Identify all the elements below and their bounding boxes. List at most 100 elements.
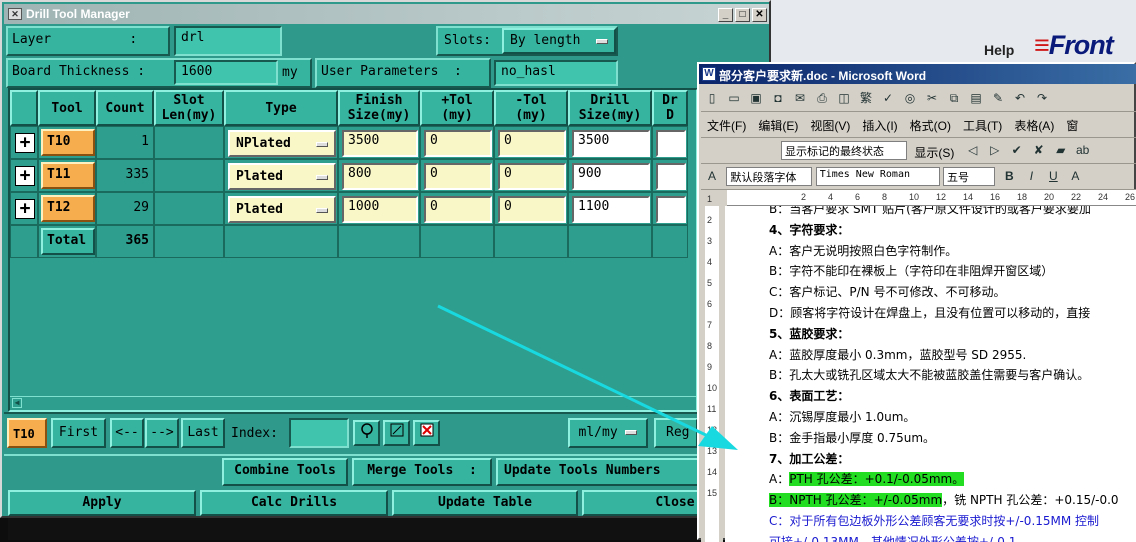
word-document-icon[interactable]: W bbox=[702, 67, 716, 81]
finish-size-field[interactable]: 3500 bbox=[342, 130, 418, 157]
header-9[interactable]: Dr D bbox=[652, 90, 688, 126]
tool-name[interactable]: T10 bbox=[41, 129, 95, 156]
header-5[interactable]: Finish Size(my) bbox=[338, 90, 420, 126]
spelling-icon[interactable]: ✓ bbox=[879, 89, 897, 107]
permission-icon[interactable]: ◘ bbox=[769, 89, 787, 107]
save-icon[interactable]: ▣ bbox=[747, 89, 765, 107]
research-icon[interactable]: ◎ bbox=[901, 89, 919, 107]
drill-size-field[interactable]: 3500 bbox=[572, 130, 650, 157]
minus-tolerance-field[interactable]: 0 bbox=[498, 130, 566, 157]
format-painter-icon[interactable]: ✎ bbox=[989, 89, 1007, 107]
maximize-button[interactable]: □ bbox=[735, 8, 750, 22]
drill-d-field[interactable] bbox=[656, 196, 686, 223]
header-8[interactable]: Drill Size(my) bbox=[568, 90, 652, 126]
menu-window[interactable]: 窗 bbox=[1066, 117, 1078, 134]
plus-tolerance-field[interactable]: 0 bbox=[424, 130, 492, 157]
drill-size-field[interactable]: 1100 bbox=[572, 196, 650, 223]
board-thickness-field[interactable]: 1600 bbox=[174, 60, 278, 85]
show-menu[interactable]: 显示(S) bbox=[914, 144, 954, 161]
close-window-button[interactable]: ✕ bbox=[752, 8, 767, 22]
redo-icon[interactable]: ↷ bbox=[1033, 89, 1051, 107]
previous-change-icon[interactable]: ◁ bbox=[964, 141, 982, 159]
vertical-ruler[interactable]: 1 2 3 4 5 6 7 8 9 10 11 12 13 14 15 bbox=[701, 194, 723, 542]
tool-name[interactable]: T11 bbox=[41, 162, 95, 189]
first-button[interactable]: First bbox=[51, 418, 106, 448]
menu-view[interactable]: 视图(V) bbox=[810, 117, 850, 134]
menu-file[interactable]: 文件(F) bbox=[707, 117, 746, 134]
slots-dropdown[interactable]: By length bbox=[502, 28, 616, 54]
header-2[interactable]: Count bbox=[96, 90, 154, 126]
new-comment-icon[interactable]: ▰ bbox=[1052, 141, 1070, 159]
index-field[interactable] bbox=[289, 418, 349, 448]
expand-row-button[interactable]: + bbox=[15, 199, 35, 219]
menu-edit[interactable]: 编辑(E) bbox=[758, 117, 798, 134]
tool-type-dropdown[interactable]: NPlated bbox=[228, 130, 336, 157]
calc-drills-button[interactable]: Calc Drills bbox=[200, 490, 388, 516]
tool-type-dropdown[interactable]: Plated bbox=[228, 196, 336, 223]
help-menu[interactable]: Help bbox=[984, 42, 1014, 58]
paste-icon[interactable]: ▤ bbox=[967, 89, 985, 107]
accept-change-icon[interactable]: ✔ bbox=[1008, 141, 1026, 159]
units-dropdown[interactable]: ml/my bbox=[568, 418, 648, 448]
last-button[interactable]: Last bbox=[181, 418, 225, 448]
tool-type-dropdown[interactable]: Plated bbox=[228, 163, 336, 190]
underline-icon[interactable]: U bbox=[1044, 167, 1062, 185]
style-combo[interactable]: 默认段落字体 bbox=[726, 167, 813, 186]
horizontal-scrollbar[interactable]: ◀ bbox=[10, 396, 696, 410]
reg-button[interactable]: Reg bbox=[654, 418, 698, 448]
undo-icon[interactable]: ↶ bbox=[1011, 89, 1029, 107]
expand-row-button[interactable]: + bbox=[15, 166, 35, 186]
apply-button[interactable]: Apply bbox=[8, 490, 196, 516]
new-document-icon[interactable]: ▯ bbox=[703, 89, 721, 107]
user-parameters-field[interactable]: no_hasl bbox=[494, 60, 618, 86]
next-change-icon[interactable]: ▷ bbox=[986, 141, 1004, 159]
reject-change-icon[interactable]: ✘ bbox=[1030, 141, 1048, 159]
combine-tools-button[interactable]: Combine Tools bbox=[222, 458, 348, 486]
print-preview-icon[interactable]: ◫ bbox=[835, 89, 853, 107]
font-combo[interactable]: Times New Roman bbox=[815, 167, 940, 186]
previous-button[interactable]: <-- bbox=[110, 418, 144, 448]
document-page[interactable]: B：当客户要求 SMT 贴片(客户原文件设计的或客户要求要加 4、字符要求： A：客… bbox=[725, 206, 1136, 542]
plus-tolerance-field[interactable]: 0 bbox=[424, 196, 492, 223]
italic-icon[interactable]: I bbox=[1022, 167, 1040, 185]
open-folder-icon[interactable]: ▭ bbox=[725, 89, 743, 107]
print-icon[interactable]: ⎙ bbox=[813, 89, 831, 107]
drill-d-field[interactable] bbox=[656, 163, 686, 190]
copy-icon[interactable]: ⧉ bbox=[945, 89, 963, 107]
font-color-icon[interactable]: A bbox=[1066, 167, 1084, 185]
cut-icon[interactable]: ✂ bbox=[923, 89, 941, 107]
update-tools-numbers-button[interactable]: Update Tools Numbers bbox=[496, 458, 706, 486]
menu-tools[interactable]: 工具(T) bbox=[963, 117, 1002, 134]
menu-insert[interactable]: 插入(I) bbox=[862, 117, 897, 134]
header-3[interactable]: Slot Len(my) bbox=[154, 90, 224, 126]
plus-tolerance-field[interactable]: 0 bbox=[424, 163, 492, 190]
horizontal-ruler[interactable]: 246810121416182022242628 bbox=[727, 190, 1136, 206]
minimize-button[interactable]: _ bbox=[718, 8, 733, 22]
finish-size-field[interactable]: 1000 bbox=[342, 196, 418, 223]
scroll-left-icon[interactable]: ◀ bbox=[12, 398, 22, 408]
index-search-button[interactable] bbox=[353, 420, 380, 446]
tool-name[interactable]: T12 bbox=[41, 195, 95, 222]
minus-tolerance-field[interactable]: 0 bbox=[498, 163, 566, 190]
menu-format[interactable]: 格式(O) bbox=[910, 117, 951, 134]
header-4[interactable]: Type bbox=[224, 90, 338, 126]
index-delete-button[interactable] bbox=[413, 420, 440, 446]
header-1[interactable]: Tool bbox=[38, 90, 96, 126]
window-menu-icon[interactable]: ✕ bbox=[8, 8, 22, 20]
merge-tools-button[interactable]: Merge Tools : bbox=[352, 458, 492, 486]
drill-manager-titlebar[interactable]: ✕ Drill Tool Manager _ □ ✕ bbox=[4, 4, 769, 24]
expand-row-button[interactable]: + bbox=[15, 133, 35, 153]
finish-size-field[interactable]: 800 bbox=[342, 163, 418, 190]
simplified-traditional-icon[interactable]: 繁 bbox=[857, 89, 875, 107]
menu-table[interactable]: 表格(A) bbox=[1014, 117, 1054, 134]
index-edit-button[interactable] bbox=[383, 420, 410, 446]
minus-tolerance-field[interactable]: 0 bbox=[498, 196, 566, 223]
header-6[interactable]: +Tol (my) bbox=[420, 90, 494, 126]
drill-size-field[interactable]: 900 bbox=[572, 163, 650, 190]
email-icon[interactable]: ✉ bbox=[791, 89, 809, 107]
layer-field[interactable]: drl bbox=[174, 26, 282, 56]
header-7[interactable]: -Tol (my) bbox=[494, 90, 568, 126]
word-titlebar[interactable]: W 部分客户要求新.doc - Microsoft Word bbox=[699, 64, 1136, 84]
next-button[interactable]: --> bbox=[145, 418, 179, 448]
update-table-button[interactable]: Update Table bbox=[392, 490, 578, 516]
